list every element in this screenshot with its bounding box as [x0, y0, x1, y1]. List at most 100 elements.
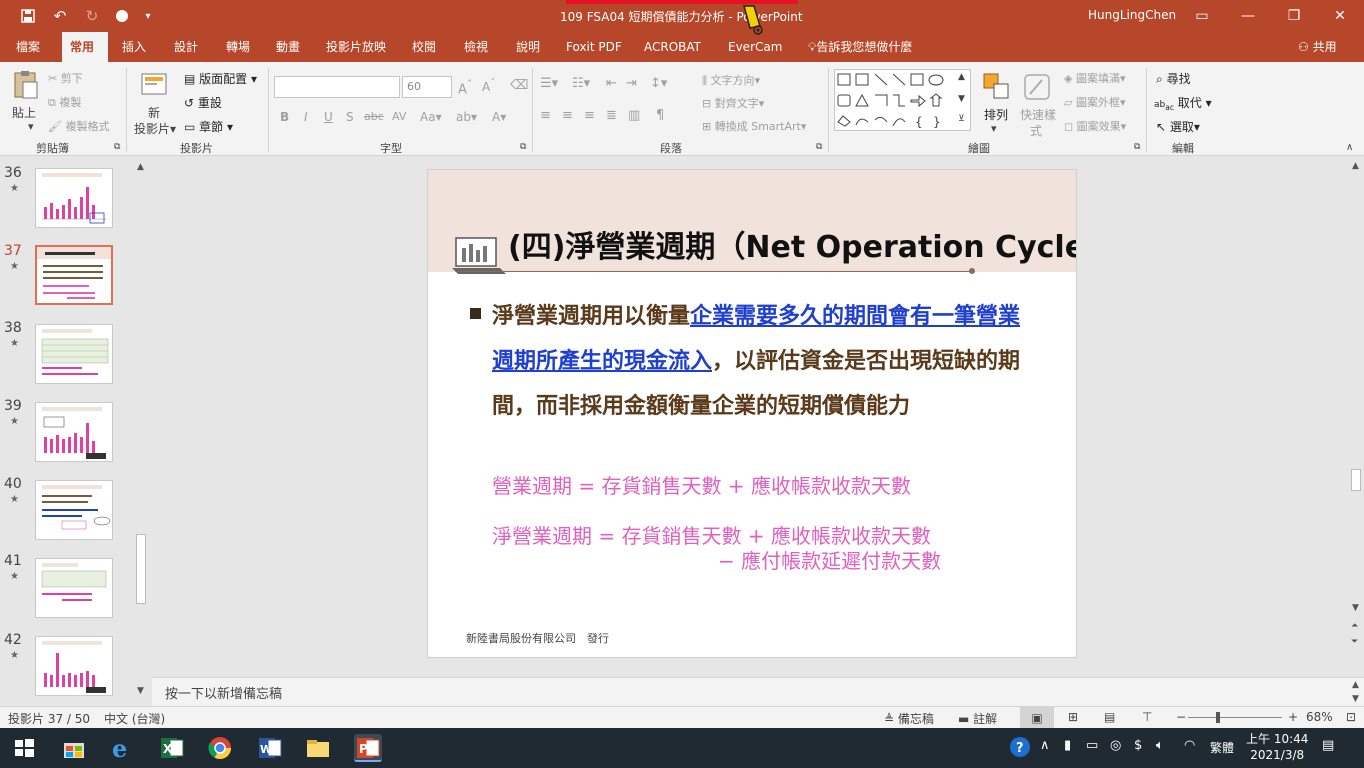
- tab-help[interactable]: 說明: [508, 32, 548, 62]
- slideshow-view-icon[interactable]: ⊤: [1142, 710, 1152, 724]
- align-center-icon[interactable]: ≡: [562, 108, 573, 123]
- currency-icon[interactable]: $: [1134, 738, 1142, 753]
- reading-view-icon[interactable]: ▤: [1104, 710, 1115, 724]
- slide-sorter-icon[interactable]: ⊞: [1068, 710, 1078, 724]
- scroll-down-icon[interactable]: ▼: [137, 686, 144, 696]
- microphone-icon[interactable]: ▮: [1064, 738, 1071, 753]
- paste-button[interactable]: 貼上: [12, 104, 36, 121]
- clipboard-launcher-icon[interactable]: ⧉: [114, 142, 120, 152]
- line-spacing-icon[interactable]: ↕▾: [650, 76, 667, 91]
- bullets-icon[interactable]: ☰▾: [540, 76, 558, 91]
- find-button[interactable]: ⌕ 尋找: [1156, 70, 1191, 87]
- show-hidden-icons[interactable]: ∧: [1040, 738, 1050, 753]
- notifications-icon[interactable]: ▤: [1322, 738, 1334, 753]
- notes-scroll-down-icon[interactable]: ▼: [1352, 694, 1359, 704]
- shapes-gallery[interactable]: {}: [834, 69, 971, 131]
- slide-title[interactable]: (四)淨營業週期（Net Operation Cycle）: [508, 222, 1076, 266]
- slide-thumbnail[interactable]: [35, 402, 113, 462]
- scroll-up-icon[interactable]: ▲: [137, 162, 144, 172]
- slide-thumbnail[interactable]: [35, 480, 113, 540]
- previous-slide-icon[interactable]: ⏶: [1351, 621, 1358, 631]
- change-case-icon[interactable]: Aa▾: [420, 110, 442, 124]
- comments-button[interactable]: ▬ 註解: [958, 710, 997, 727]
- shape-outline-button[interactable]: ▱ 圖案外框▾: [1064, 94, 1126, 110]
- battery-icon[interactable]: ▭: [1086, 738, 1098, 753]
- reset-button[interactable]: ↺ 重設: [184, 94, 222, 111]
- align-right-icon[interactable]: ≡: [584, 108, 595, 123]
- tab-review[interactable]: 校閱: [404, 32, 444, 62]
- strikethrough-icon[interactable]: abc: [364, 110, 384, 123]
- text-direction-button[interactable]: ⫼ 文字方向▾: [702, 72, 760, 88]
- italic-icon[interactable]: I: [304, 110, 308, 124]
- customize-toolbar-icon[interactable]: ▾: [140, 6, 156, 26]
- format-painter-button[interactable]: 🖌︎ 複製格式: [48, 118, 109, 134]
- system-clock[interactable]: 上午 10:44 2021/3/8: [1246, 731, 1308, 763]
- powerpoint-icon[interactable]: P: [354, 734, 382, 762]
- save-icon[interactable]: [18, 6, 38, 26]
- language-status[interactable]: 中文 (台灣): [104, 710, 165, 727]
- tab-view[interactable]: 檢視: [456, 32, 496, 62]
- file-explorer-icon[interactable]: [304, 734, 332, 762]
- shapes-more-icon[interactable]: ⊻: [958, 114, 965, 124]
- close-button[interactable]: ✕: [1320, 4, 1360, 28]
- excel-icon[interactable]: X: [158, 734, 186, 762]
- font-launcher-icon[interactable]: ⧉: [520, 142, 526, 152]
- align-text-button[interactable]: ⊟ 對齊文字▾: [702, 95, 764, 111]
- tab-slideshow[interactable]: 投影片放映: [318, 32, 394, 62]
- editor-scrollbar[interactable]: ▲ ▼ ⏶ ⏷: [1348, 157, 1364, 677]
- zoom-out-icon[interactable]: −: [1176, 710, 1186, 724]
- slide-thumbnail[interactable]: [35, 636, 113, 696]
- editor-scroll-thumb[interactable]: [1351, 469, 1361, 491]
- scroll-up-icon[interactable]: ▲: [1352, 161, 1359, 171]
- help-tray-icon[interactable]: ?: [1008, 735, 1032, 763]
- paragraph-launcher-icon[interactable]: ⧉: [816, 142, 822, 152]
- undo-icon[interactable]: ↶: [48, 6, 72, 26]
- user-name[interactable]: HungLingChen: [1088, 8, 1176, 22]
- scroll-down-icon[interactable]: ▼: [1352, 603, 1359, 613]
- arrange-button[interactable]: 排列: [984, 106, 1008, 123]
- edge-browser-icon[interactable]: e: [108, 734, 136, 763]
- font-name-combo[interactable]: [274, 76, 400, 98]
- copy-button[interactable]: ⧉ 複製: [48, 94, 81, 110]
- notes-scroll-up-icon[interactable]: ▲: [1352, 680, 1359, 690]
- underline-icon[interactable]: U: [324, 110, 333, 124]
- select-button[interactable]: ↖ 選取▾: [1156, 118, 1200, 135]
- current-slide[interactable]: (四)淨營業週期（Net Operation Cycle） 淨營業週期用以衡量企…: [427, 169, 1077, 658]
- quick-styles-button[interactable]: 快速樣: [1020, 106, 1056, 123]
- formula-operating-cycle[interactable]: 營業週期 = 存貨銷售天數 + 應收帳款收款天數: [492, 470, 911, 499]
- collapse-ribbon-icon[interactable]: ∧: [1346, 142, 1353, 153]
- increase-indent-icon[interactable]: ⇥: [626, 76, 637, 91]
- fit-slide-icon[interactable]: ⊡: [1346, 710, 1356, 724]
- paragraph-direction-icon[interactable]: ¶: [656, 108, 664, 123]
- normal-view-icon[interactable]: ▣: [1020, 707, 1054, 729]
- shape-effects-button[interactable]: ◻ 圖案效果▾: [1064, 118, 1126, 134]
- tab-home[interactable]: 常用: [62, 32, 108, 62]
- shapes-scroll-down-icon[interactable]: ▼: [958, 94, 965, 104]
- paste-icon[interactable]: [10, 70, 40, 100]
- notes-toggle-button[interactable]: ≜ 備忘稿: [884, 710, 934, 727]
- tab-file[interactable]: 檔案: [8, 32, 48, 62]
- slide-thumbnail-current[interactable]: [35, 245, 113, 305]
- formula-net-operating-cycle-line2[interactable]: − 應付帳款延遲付款天數: [718, 545, 941, 574]
- increase-font-icon[interactable]: Aˆ: [458, 78, 472, 97]
- decrease-font-icon[interactable]: Aˇ: [482, 78, 495, 94]
- bold-icon[interactable]: B: [280, 110, 289, 124]
- zoom-in-icon[interactable]: +: [1288, 710, 1298, 724]
- numbering-icon[interactable]: ☷▾: [572, 76, 590, 91]
- wifi-icon[interactable]: ◠: [1184, 738, 1195, 753]
- font-size-combo[interactable]: 60: [402, 76, 452, 98]
- slide-thumbnail[interactable]: [35, 324, 113, 384]
- next-slide-icon[interactable]: ⏷: [1351, 637, 1358, 647]
- font-color-icon[interactable]: A▾: [492, 110, 506, 124]
- maximize-button[interactable]: ❐: [1274, 4, 1314, 28]
- zoom-level[interactable]: 68%: [1306, 710, 1333, 724]
- arrange-dropdown-icon[interactable]: ▾: [991, 122, 997, 135]
- thumbnail-scrollbar[interactable]: ▲ ▼: [133, 160, 149, 698]
- word-icon[interactable]: W: [256, 734, 284, 762]
- chrome-icon[interactable]: [206, 734, 234, 762]
- slide-thumbnail[interactable]: [35, 558, 113, 618]
- quick-styles-icon[interactable]: [1022, 72, 1052, 102]
- drawing-launcher-icon[interactable]: ⧉: [1134, 142, 1140, 152]
- shape-fill-button[interactable]: ◈ 圖案填滿▾: [1064, 70, 1126, 86]
- store-icon[interactable]: [60, 734, 88, 762]
